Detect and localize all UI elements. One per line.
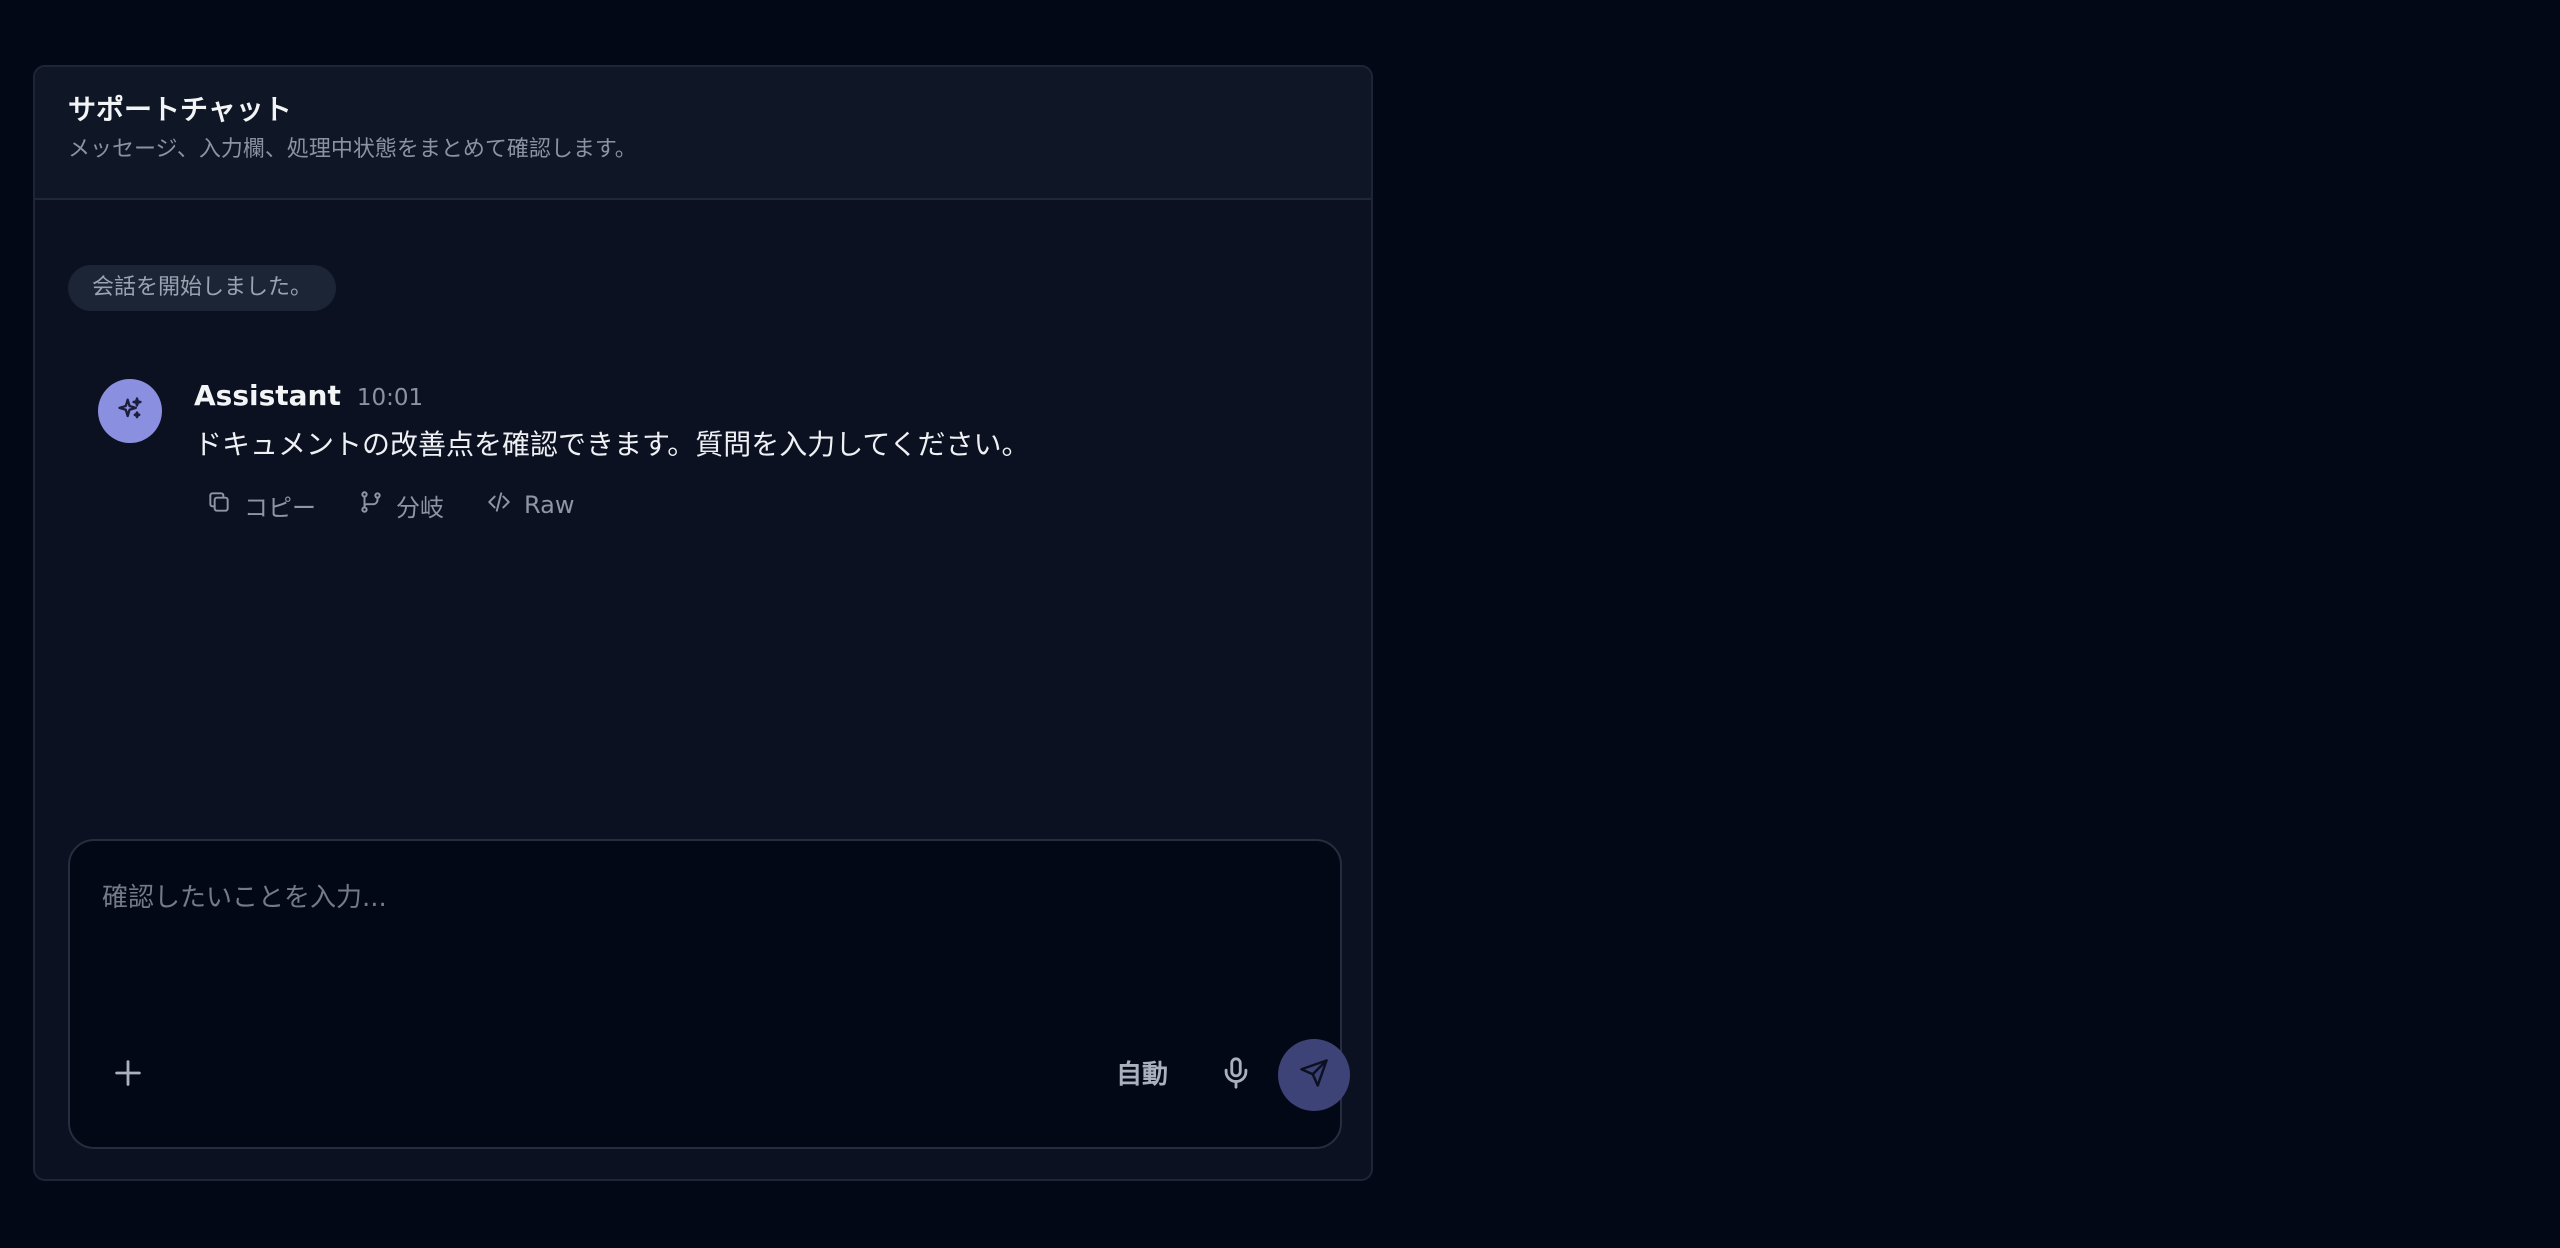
raw-label: Raw: [524, 491, 575, 519]
microphone-icon: [1219, 1056, 1253, 1094]
avatar: [98, 379, 162, 443]
copy-button[interactable]: コピー: [206, 488, 316, 523]
message-text[interactable]: ドキュメントの改善点を確認できます。質問を入力してください。: [194, 427, 1294, 463]
message-author: Assistant: [194, 379, 341, 412]
message-actions: コピー 分岐 Raw: [206, 485, 1294, 525]
chat-header: サポートチャット メッセージ、入力欄、処理中状態をまとめて確認します。: [35, 67, 1371, 200]
message-time: 10:01: [356, 385, 424, 411]
mode-selector[interactable]: 自動: [1116, 1055, 1168, 1095]
raw-button[interactable]: Raw: [486, 489, 574, 521]
message-meta: Assistant 10:01: [194, 379, 1294, 413]
branch-button[interactable]: 分岐: [358, 488, 444, 523]
chat-panel: サポートチャット メッセージ、入力欄、処理中状態をまとめて確認します。 会話を開…: [33, 65, 1373, 1181]
add-attachment-button[interactable]: [106, 1053, 150, 1097]
send-button[interactable]: [1278, 1039, 1350, 1111]
system-notice: 会話を開始しました。: [68, 265, 337, 311]
plus-icon: [111, 1056, 145, 1094]
message-body: Assistant 10:01 ドキュメントの改善点を確認できます。質問を入力し…: [194, 379, 1294, 525]
page-title: サポートチャット: [68, 93, 292, 126]
microphone-button[interactable]: [1214, 1053, 1258, 1097]
message-composer: 自動: [68, 839, 1350, 1149]
message-input[interactable]: [100, 875, 1304, 1019]
copy-label: コピー: [244, 493, 316, 522]
branch-icon: [358, 489, 396, 521]
page-subtitle: メッセージ、入力欄、処理中状態をまとめて確認します。: [68, 137, 637, 162]
sparkles-icon: [116, 395, 144, 427]
code-icon: [486, 489, 524, 521]
send-icon: [1299, 1058, 1329, 1092]
branch-label: 分岐: [396, 493, 444, 522]
copy-icon: [206, 489, 244, 521]
